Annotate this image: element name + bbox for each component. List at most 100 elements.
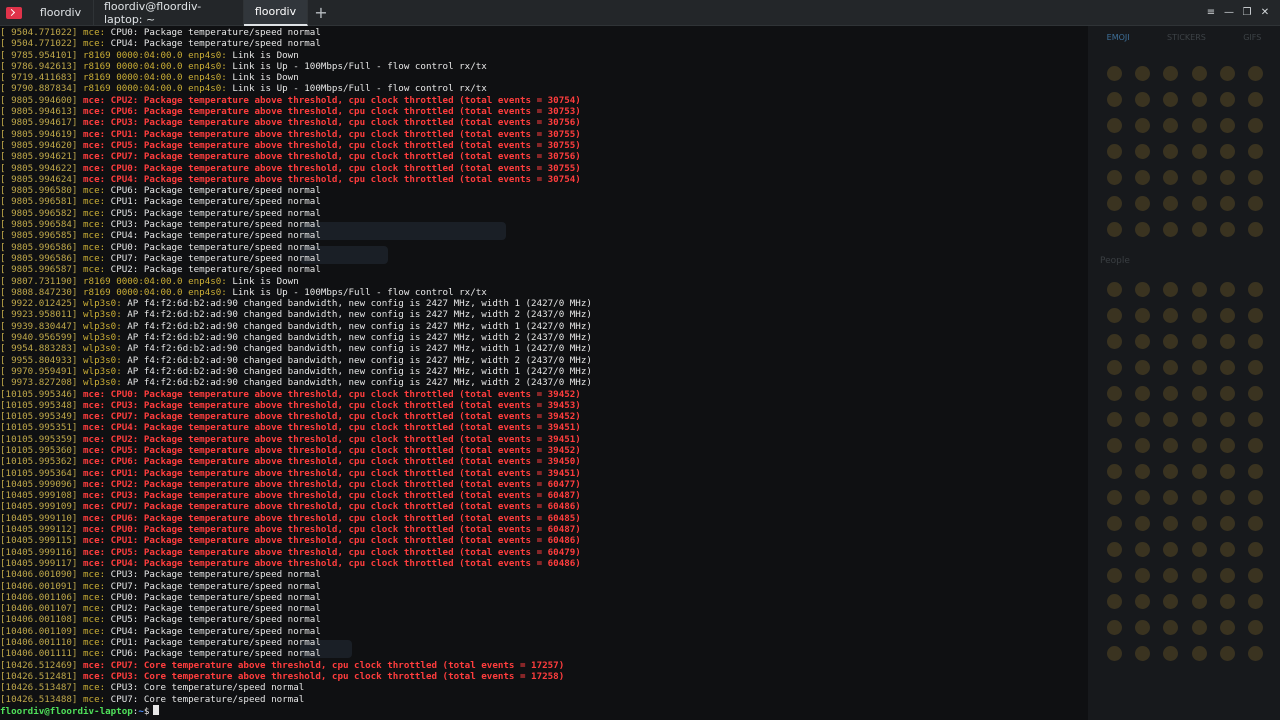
- log-message: CPU3: Core temperature above threshold, …: [105, 670, 565, 682]
- log-line: [ 9970.959491] wlp3s0: AP f4:f2:6d:b2:ad…: [0, 366, 1088, 377]
- log-source: mce:: [83, 38, 106, 50]
- log-message: CPU7: Core temperature above threshold, …: [105, 659, 565, 671]
- emoji-icon: [1191, 144, 1207, 159]
- log-source: wlp3s0:: [83, 332, 122, 344]
- log-message: AP f4:f2:6d:b2:ad:90 changed bandwidth, …: [121, 365, 592, 377]
- emoji-icon: [1134, 646, 1150, 661]
- background-emoji-panel: EMOJI STICKERS GIFS People: [1088, 26, 1280, 720]
- log-line: [10105.995362] mce: CPU6: Package temper…: [0, 456, 1088, 467]
- log-message: AP f4:f2:6d:b2:ad:90 changed bandwidth, …: [121, 377, 592, 389]
- emoji-icon: [1106, 334, 1122, 349]
- log-timestamp: [10406.001091]: [0, 580, 78, 592]
- log-message: CPU7: Package temperature above threshol…: [105, 411, 581, 423]
- log-message: CPU3: Package temperature above threshol…: [105, 117, 581, 129]
- log-source: wlp3s0:: [83, 343, 122, 355]
- terminal-output[interactable]: [ 9504.771022] mce: CPU0: Package temper…: [0, 27, 1088, 720]
- log-line: [ 9805.994600] mce: CPU2: Package temper…: [0, 95, 1088, 106]
- log-message: Link is Up - 100Mbps/Full - flow control…: [226, 60, 487, 72]
- new-tab-plus-icon[interactable]: +: [308, 0, 334, 26]
- emoji-icon: [1191, 620, 1207, 635]
- log-line: [ 9805.996580] mce: CPU6: Package temper…: [0, 185, 1088, 196]
- log-timestamp: [10405.999112]: [0, 524, 78, 536]
- log-source: mce:: [83, 128, 106, 140]
- log-timestamp: [10105.995364]: [0, 467, 78, 479]
- emoji-icon: [1163, 170, 1179, 185]
- emoji-icon: [1248, 334, 1264, 349]
- log-source: mce:: [83, 207, 106, 219]
- minimize-icon[interactable]: —: [1220, 0, 1238, 26]
- log-line: [ 9805.996585] mce: CPU4: Package temper…: [0, 230, 1088, 241]
- log-line: [10406.001107] mce: CPU2: Package temper…: [0, 603, 1088, 614]
- tab-bar: floordiv floordiv@floordiv-laptop: ~ flo…: [0, 0, 1280, 26]
- log-line: [ 9785.954101] r8169 0000:04:00.0 enp4s0…: [0, 50, 1088, 61]
- emoji-icon: [1191, 334, 1207, 349]
- log-timestamp: [ 9807.731190]: [0, 275, 78, 287]
- log-source: mce:: [83, 185, 106, 197]
- log-timestamp: [10105.995346]: [0, 388, 78, 400]
- log-timestamp: [ 9955.804933]: [0, 354, 78, 366]
- log-line: [ 9808.847230] r8169 0000:04:00.0 enp4s0…: [0, 287, 1088, 298]
- log-timestamp: [ 9805.996586]: [0, 252, 78, 264]
- log-line: [ 9973.827208] wlp3s0: AP f4:f2:6d:b2:ad…: [0, 377, 1088, 388]
- log-line: [10405.999096] mce: CPU2: Package temper…: [0, 479, 1088, 490]
- maximize-icon[interactable]: ❐: [1238, 0, 1256, 26]
- log-message: AP f4:f2:6d:b2:ad:90 changed bandwidth, …: [121, 309, 592, 321]
- close-icon[interactable]: ✕: [1256, 0, 1274, 26]
- background-tab-gifs: GIFS: [1243, 32, 1262, 42]
- log-source: mce:: [83, 535, 106, 547]
- log-message: CPU3: Core temperature/speed normal: [105, 682, 305, 694]
- log-source: mce:: [83, 252, 106, 264]
- terminal-app-icon[interactable]: [0, 0, 28, 26]
- emoji-icon: [1191, 282, 1207, 297]
- emoji-icon: [1163, 360, 1179, 375]
- log-timestamp: [ 9504.771022]: [0, 38, 78, 50]
- prompt-symbol: $: [143, 705, 150, 717]
- background-tab-stickers: STICKERS: [1167, 32, 1206, 42]
- emoji-icon: [1191, 412, 1207, 427]
- log-line: [ 9939.830447] wlp3s0: AP f4:f2:6d:b2:ad…: [0, 321, 1088, 332]
- emoji-icon: [1106, 222, 1122, 237]
- emoji-icon: [1163, 222, 1179, 237]
- shell-prompt[interactable]: floordiv@floordiv-laptop:~$: [0, 704, 1088, 717]
- tab-3-active[interactable]: floordiv: [244, 0, 308, 26]
- log-line: [ 9504.771022] mce: CPU0: Package temper…: [0, 27, 1088, 38]
- log-line: [ 9954.883283] wlp3s0: AP f4:f2:6d:b2:ad…: [0, 343, 1088, 354]
- emoji-icon: [1106, 66, 1122, 81]
- menu-icon[interactable]: ≡: [1202, 0, 1220, 26]
- log-line: [10405.999112] mce: CPU0: Package temper…: [0, 524, 1088, 535]
- log-message: CPU4: Package temperature/speed normal: [105, 625, 321, 637]
- log-line: [10105.995364] mce: CPU1: Package temper…: [0, 468, 1088, 479]
- log-message: CPU0: Package temperature above threshol…: [105, 162, 581, 174]
- emoji-icon: [1219, 222, 1235, 237]
- emoji-icon: [1134, 334, 1150, 349]
- emoji-icon: [1219, 360, 1235, 375]
- emoji-icon: [1134, 490, 1150, 505]
- tab-2[interactable]: floordiv@floordiv-laptop: ~: [94, 0, 244, 26]
- log-line: [ 9940.956599] wlp3s0: AP f4:f2:6d:b2:ad…: [0, 332, 1088, 343]
- log-timestamp: [10105.995351]: [0, 422, 78, 434]
- log-timestamp: [10406.001109]: [0, 625, 78, 637]
- log-source: mce:: [83, 637, 106, 649]
- log-timestamp: [ 9805.994621]: [0, 151, 78, 163]
- log-line: [ 9504.771022] mce: CPU4: Package temper…: [0, 38, 1088, 49]
- emoji-icon: [1248, 386, 1264, 401]
- emoji-icon: [1191, 490, 1207, 505]
- emoji-icon: [1248, 620, 1264, 635]
- emoji-icon: [1248, 144, 1264, 159]
- log-timestamp: [10406.001108]: [0, 614, 78, 626]
- tab-1[interactable]: floordiv: [28, 0, 94, 26]
- log-source: mce:: [83, 557, 106, 569]
- log-message: AP f4:f2:6d:b2:ad:90 changed bandwidth, …: [121, 320, 592, 332]
- log-source: r8169 0000:04:00.0 enp4s0:: [83, 60, 227, 72]
- emoji-icon: [1219, 516, 1235, 531]
- log-source: mce:: [83, 444, 106, 456]
- log-source: mce:: [83, 580, 106, 592]
- log-message: CPU6: Package temperature above threshol…: [105, 106, 581, 118]
- log-line: [ 9807.731190] r8169 0000:04:00.0 enp4s0…: [0, 276, 1088, 287]
- log-timestamp: [ 9808.847230]: [0, 286, 78, 298]
- log-line: [ 9805.996584] mce: CPU3: Package temper…: [0, 219, 1088, 230]
- log-source: mce:: [83, 614, 106, 626]
- emoji-icon: [1106, 516, 1122, 531]
- emoji-icon: [1163, 412, 1179, 427]
- log-message: CPU5: Package temperature above threshol…: [105, 139, 581, 151]
